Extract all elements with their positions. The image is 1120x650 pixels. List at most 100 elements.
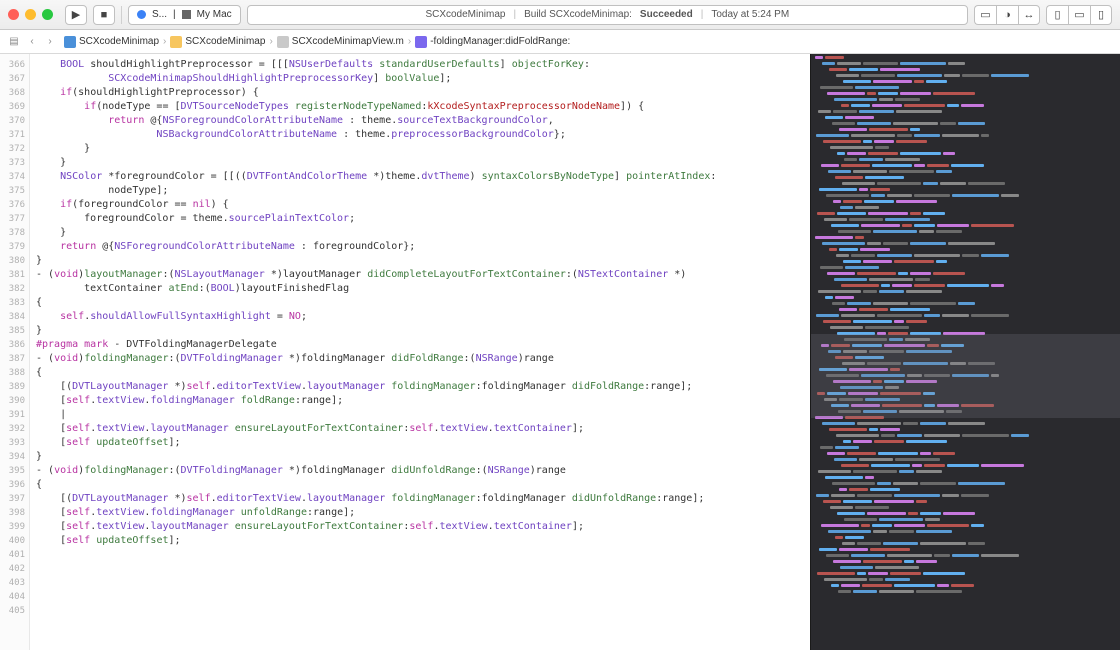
scheme-label: S... bbox=[152, 9, 167, 20]
code-line[interactable]: textContainer atEnd:(BOOL)layoutFinished… bbox=[36, 282, 810, 296]
minimap-line bbox=[815, 560, 1116, 564]
code-line[interactable]: | bbox=[36, 408, 810, 422]
minimap[interactable] bbox=[810, 54, 1120, 650]
code-line[interactable]: foregroundColor = theme.sourcePlainTextC… bbox=[36, 212, 810, 226]
minimap-line bbox=[815, 278, 1116, 282]
minimap-line bbox=[815, 260, 1116, 264]
minimap-line bbox=[815, 296, 1116, 300]
standard-editor-button[interactable]: ▭ bbox=[974, 5, 996, 25]
minimap-line bbox=[815, 140, 1116, 144]
code-line[interactable]: SCXcodeMinimapShouldHighlightPreprocesso… bbox=[36, 72, 810, 86]
stop-button[interactable]: ■ bbox=[93, 5, 115, 25]
code-line[interactable]: nodeType]; bbox=[36, 184, 810, 198]
minimap-line bbox=[815, 254, 1116, 258]
minimap-line bbox=[815, 170, 1116, 174]
code-line[interactable]: return @{NSForegroundColorAttributeName … bbox=[36, 240, 810, 254]
code-line[interactable]: [self updateOffset]; bbox=[36, 534, 810, 548]
run-button[interactable]: ▶ bbox=[65, 5, 87, 25]
jump-bar-nav: ▤ ‹ › bbox=[6, 36, 58, 47]
status-result: Succeeded bbox=[640, 9, 693, 20]
toggle-navigator-button[interactable]: ▯ bbox=[1046, 5, 1068, 25]
forward-button[interactable]: › bbox=[42, 36, 58, 47]
minimap-line bbox=[815, 122, 1116, 126]
jump-bar-segment[interactable]: -foldingManager:didFoldRange: bbox=[415, 36, 570, 48]
minimap-line bbox=[815, 152, 1116, 156]
activity-viewer[interactable]: SCXcodeMinimap | Build SCXcodeMinimap: S… bbox=[247, 5, 968, 25]
minimap-line bbox=[815, 206, 1116, 210]
minimap-line bbox=[815, 230, 1116, 234]
minimap-line bbox=[815, 536, 1116, 540]
assistant-editor-button[interactable]: ◑ bbox=[996, 5, 1018, 25]
code-line[interactable]: { bbox=[36, 296, 810, 310]
code-line[interactable]: - (void)foldingManager:(DVTFoldingManage… bbox=[36, 352, 810, 366]
code-line[interactable]: NSBackgroundColorAttributeName : theme.p… bbox=[36, 128, 810, 142]
code-line[interactable]: { bbox=[36, 478, 810, 492]
code-line[interactable]: } bbox=[36, 226, 810, 240]
code-line[interactable]: [self.textView.layoutManager ensureLayou… bbox=[36, 520, 810, 534]
code-line[interactable]: [(DVTLayoutManager *)self.editorTextView… bbox=[36, 492, 810, 506]
scheme-selector[interactable]: S... | My Mac bbox=[128, 5, 241, 25]
minimap-viewport[interactable] bbox=[811, 334, 1120, 417]
code-line[interactable]: - (void)foldingManager:(DVTFoldingManage… bbox=[36, 464, 810, 478]
minimize-window-button[interactable] bbox=[25, 9, 36, 20]
code-line[interactable]: } bbox=[36, 156, 810, 170]
minimap-line bbox=[815, 458, 1116, 462]
code-line[interactable]: [(DVTLayoutManager *)self.editorTextView… bbox=[36, 380, 810, 394]
separator bbox=[121, 6, 122, 24]
code-line[interactable]: BOOL shouldHighlightPreprocessor = [[[NS… bbox=[36, 58, 810, 72]
minimap-line bbox=[815, 128, 1116, 132]
editor-mode-group: ▭ ◑ ↔ bbox=[974, 5, 1040, 25]
code-line[interactable]: } bbox=[36, 142, 810, 156]
jump-bar-segment-label: SCXcodeMinimap bbox=[79, 36, 159, 47]
version-editor-button[interactable]: ↔ bbox=[1018, 5, 1040, 25]
jump-bar-segment[interactable]: SCXcodeMinimapView.m bbox=[277, 36, 404, 48]
minimap-line bbox=[815, 92, 1116, 96]
close-window-button[interactable] bbox=[8, 9, 19, 20]
minimap-line bbox=[815, 266, 1116, 270]
code-line[interactable]: self.shouldAllowFullSyntaxHighlight = NO… bbox=[36, 310, 810, 324]
minimap-line bbox=[815, 284, 1116, 288]
minimap-line bbox=[815, 590, 1116, 594]
jump-bar-segment[interactable]: SCXcodeMinimap bbox=[64, 36, 159, 48]
toggle-utilities-button[interactable]: ▯ bbox=[1090, 5, 1112, 25]
line-gutter[interactable]: 366 367 368 369 370 371 372 373 374 375 … bbox=[0, 54, 30, 650]
minimap-line bbox=[815, 188, 1116, 192]
status-project: SCXcodeMinimap bbox=[425, 9, 505, 20]
code-line[interactable]: } bbox=[36, 450, 810, 464]
minimap-line bbox=[815, 290, 1116, 294]
code-line[interactable]: { bbox=[36, 366, 810, 380]
code-line[interactable]: } bbox=[36, 254, 810, 268]
minimap-line bbox=[815, 302, 1116, 306]
code-line[interactable]: - (void)layoutManager:(NSLayoutManager *… bbox=[36, 268, 810, 282]
toggle-debug-button[interactable]: ▭ bbox=[1068, 5, 1090, 25]
code-line[interactable]: if(nodeType == [DVTSourceNodeTypes regis… bbox=[36, 100, 810, 114]
minimap-line bbox=[815, 236, 1116, 240]
code-line[interactable]: if(foregroundColor == nil) { bbox=[36, 198, 810, 212]
code-line[interactable]: #pragma mark - DVTFoldingManagerDelegate bbox=[36, 338, 810, 352]
minimap-line bbox=[815, 62, 1116, 66]
back-button[interactable]: ‹ bbox=[24, 36, 40, 47]
code-line[interactable]: [self.textView.foldingManager foldRange:… bbox=[36, 394, 810, 408]
code-line[interactable]: return @{NSForegroundColorAttributeName … bbox=[36, 114, 810, 128]
minimap-line bbox=[815, 488, 1116, 492]
jump-bar-path: SCXcodeMinimap›SCXcodeMinimap›SCXcodeMin… bbox=[64, 36, 570, 48]
related-items-button[interactable]: ▤ bbox=[6, 36, 22, 47]
minimap-line bbox=[815, 314, 1116, 318]
code-line[interactable]: [self.textView.layoutManager ensureLayou… bbox=[36, 422, 810, 436]
minimap-line bbox=[815, 512, 1116, 516]
minimap-line bbox=[815, 104, 1116, 108]
jump-bar-segment[interactable]: SCXcodeMinimap bbox=[170, 36, 265, 48]
minimap-line bbox=[815, 224, 1116, 228]
code-line[interactable]: [self.textView.foldingManager unfoldRang… bbox=[36, 506, 810, 520]
code-line[interactable]: NSColor *foregroundColor = [[((DVTFontAn… bbox=[36, 170, 810, 184]
file-icon bbox=[277, 36, 289, 48]
destination-label: My Mac bbox=[197, 9, 232, 20]
destination-icon bbox=[182, 10, 191, 19]
code-line[interactable]: } bbox=[36, 324, 810, 338]
code-line[interactable]: [self updateOffset]; bbox=[36, 436, 810, 450]
scheme-separator: | bbox=[173, 9, 176, 20]
code-line[interactable]: if(shouldHighlightPreprocessor) { bbox=[36, 86, 810, 100]
zoom-window-button[interactable] bbox=[42, 9, 53, 20]
source-editor[interactable]: BOOL shouldHighlightPreprocessor = [[[NS… bbox=[30, 54, 810, 650]
window-controls bbox=[8, 9, 53, 20]
